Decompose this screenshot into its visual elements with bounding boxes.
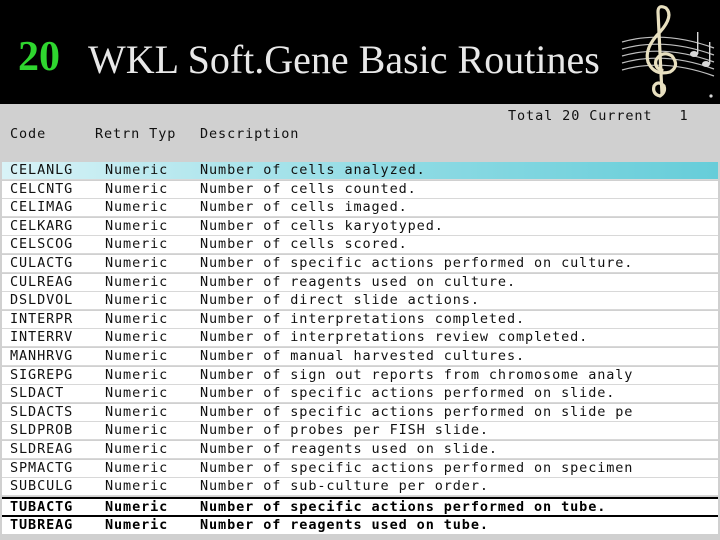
slide-title: WKL Soft.Gene Basic Routines	[88, 37, 600, 82]
row-description: Number of cells counted.	[200, 180, 417, 197]
row-description: Number of manual harvested cultures.	[200, 348, 525, 364]
row-return-type: Numeric	[105, 348, 169, 364]
table-row[interactable]: SUBCULG Numeric Number of sub-culture per …	[2, 478, 718, 497]
row-return-type: Numeric	[105, 199, 169, 216]
row-description: Number of cells analyzed.	[200, 162, 426, 178]
row-code: CULREAG	[10, 273, 74, 290]
row-return-type: Numeric	[105, 441, 169, 457]
row-description: Number of sub-culture per order.	[200, 478, 489, 495]
table-row[interactable]: TUBACTG Numeric Number of specific actions…	[2, 496, 718, 517]
row-description: Number of reagents used on tube.	[200, 517, 489, 534]
row-return-type: Numeric	[105, 236, 169, 253]
row-code: INTERRV	[10, 329, 74, 346]
slide-title-bar: 20 WKL Soft.Gene Basic Routines	[0, 0, 720, 104]
row-description: Number of specific actions performed on …	[200, 403, 634, 420]
table-row[interactable]: SLDREAG Numeric Number of reagents used on…	[2, 441, 718, 459]
row-description: Number of specific actions performed on …	[200, 385, 616, 402]
table-row[interactable]: CELKARG Numeric Number of cells karyotyped…	[2, 217, 718, 236]
row-return-type: Numeric	[105, 498, 169, 515]
row-description: Number of specific actions performed on …	[200, 255, 634, 271]
row-description: Number of reagents used on culture.	[200, 273, 516, 290]
row-return-type: Numeric	[105, 273, 169, 290]
row-code: TUBREAG	[10, 517, 74, 534]
table-row[interactable]: CELCNTG Numeric Number of cells counted.	[2, 180, 718, 199]
row-code: SLDREAG	[10, 441, 74, 457]
row-description: Number of specific actions performed on …	[200, 498, 607, 515]
row-code: SLDACT	[10, 385, 65, 402]
routines-table: CELANLG Numeric Number of cells analyzed. C…	[0, 160, 720, 540]
totals-indicator: Total 20 Current 1	[508, 108, 689, 124]
table-row[interactable]: SPMACTG Numeric Number of specific actions…	[2, 459, 718, 478]
row-description: Number of reagents used on slide.	[200, 441, 498, 457]
row-return-type: Numeric	[105, 422, 169, 439]
table-row[interactable]: DSLDVOL Numeric Number of direct slide act…	[2, 292, 718, 311]
column-header-description[interactable]: Description	[200, 126, 299, 142]
table-row[interactable]: CELIMAG Numeric Number of cells imaged.	[2, 199, 718, 218]
row-code: CELANLG	[10, 162, 74, 178]
table-row[interactable]: SIGREPG Numeric Number of sign out reports…	[2, 366, 718, 385]
row-code: SLDPROB	[10, 422, 74, 439]
row-return-type: Numeric	[105, 255, 169, 271]
slide-number: 20	[18, 34, 60, 80]
row-description: Number of specific actions performed on …	[200, 459, 634, 476]
row-code: INTERPR	[10, 310, 74, 327]
row-return-type: Numeric	[105, 403, 169, 420]
row-code: SUBCULG	[10, 478, 74, 495]
row-description: Number of interpretations completed.	[200, 310, 525, 327]
row-code: CELCNTG	[10, 180, 74, 197]
column-header-code[interactable]: Code	[10, 126, 46, 142]
row-code: CELKARG	[10, 217, 74, 234]
row-code: CELSCOG	[10, 236, 74, 253]
row-code: SPMACTG	[10, 459, 74, 476]
routines-panel: Total 20 Current 1 Code Retrn Typ Descri…	[0, 104, 720, 540]
row-description: Number of cells karyotyped.	[200, 217, 444, 234]
row-return-type: Numeric	[105, 329, 169, 346]
table-row[interactable]: CULREAG Numeric Number of reagents used on…	[2, 273, 718, 292]
row-description: Number of direct slide actions.	[200, 292, 480, 309]
row-return-type: Numeric	[105, 366, 169, 383]
table-row[interactable]: MANHRVG Numeric Number of manual harvested…	[2, 348, 718, 366]
row-return-type: Numeric	[105, 162, 169, 178]
table-row[interactable]: CULACTG Numeric Number of specific actions…	[2, 255, 718, 273]
table-row[interactable]: SLDPROB Numeric Number of probes per FISH …	[2, 422, 718, 441]
table-row[interactable]: INTERPR Numeric Number of interpretations …	[2, 310, 718, 329]
table-row[interactable]: TUBREAG Numeric Number of reagents used on…	[2, 515, 718, 535]
treble-clef-music-icon	[621, 5, 715, 98]
row-code: CULACTG	[10, 255, 74, 271]
row-return-type: Numeric	[105, 517, 169, 534]
row-description: Number of probes per FISH slide.	[200, 422, 489, 439]
row-return-type: Numeric	[105, 310, 169, 327]
table-row[interactable]: SLDACT Numeric Number of specific actions …	[2, 385, 718, 404]
table-row[interactable]: SLDACTS Numeric Number of specific actions…	[2, 403, 718, 422]
row-code: MANHRVG	[10, 348, 74, 364]
row-description: Number of cells scored.	[200, 236, 408, 253]
row-description: Number of interpretations review complet…	[200, 329, 589, 346]
row-return-type: Numeric	[105, 217, 169, 234]
row-description: Number of cells imaged.	[200, 199, 408, 216]
column-header-return-type[interactable]: Retrn Typ	[95, 126, 176, 142]
row-code: SLDACTS	[10, 403, 74, 420]
row-return-type: Numeric	[105, 385, 169, 402]
row-code: DSLDVOL	[10, 292, 74, 309]
table-row[interactable]: CELSCOG Numeric Number of cells scored.	[2, 236, 718, 255]
row-return-type: Numeric	[105, 180, 169, 197]
table-row[interactable]: CELANLG Numeric Number of cells analyzed.	[2, 162, 718, 180]
row-return-type: Numeric	[105, 292, 169, 309]
row-code: SIGREPG	[10, 366, 74, 383]
row-description: Number of sign out reports from chromoso…	[200, 366, 634, 383]
table-row[interactable]: INTERRV Numeric Number of interpretations …	[2, 329, 718, 348]
row-return-type: Numeric	[105, 459, 169, 476]
row-return-type: Numeric	[105, 478, 169, 495]
row-code: TUBACTG	[10, 498, 74, 515]
row-code: CELIMAG	[10, 199, 74, 216]
